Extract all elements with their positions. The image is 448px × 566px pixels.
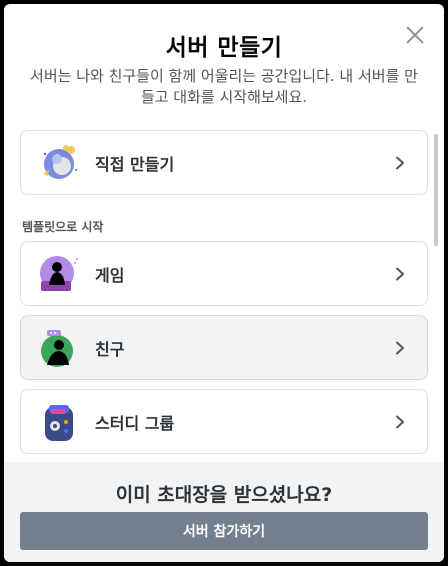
join-server-button[interactable]: 서버 참가하기 (20, 512, 428, 550)
backpack-icon (37, 399, 83, 445)
template-friends-button[interactable]: 친구 (20, 315, 428, 380)
template-study-group-label: 스터디 그룹 (95, 413, 175, 433)
globe-icon (37, 140, 83, 186)
template-study-group-button[interactable]: 스터디 그룹 (20, 389, 428, 454)
chevron-right-icon (396, 267, 404, 280)
friends-icon (37, 325, 83, 371)
section-label-templates: 템플릿으로 시작 (22, 220, 104, 234)
template-gaming-button[interactable]: 게임 (20, 241, 428, 306)
create-server-modal: 서버 만들기 서버는 나와 친구들이 함께 어울리는 공간입니다. 내 서버를 … (4, 4, 444, 562)
chevron-right-icon (396, 415, 404, 428)
modal-title: 서버 만들기 (165, 35, 283, 61)
footer: 이미 초대장을 받으셨나요? 서버 참가하기 (4, 462, 444, 562)
template-list: 직접 만들기 템플릿으로 시작 게임 친구 스터디 그룹 (20, 130, 428, 460)
create-own-label: 직접 만들기 (95, 154, 175, 174)
footer-title: 이미 초대장을 받으셨나요? (115, 484, 333, 506)
create-own-button[interactable]: 직접 만들기 (20, 130, 428, 195)
scrollbar[interactable] (434, 134, 438, 246)
template-friends-label: 친구 (95, 339, 125, 359)
gaming-icon (37, 251, 83, 297)
chevron-right-icon (396, 341, 404, 354)
chevron-right-icon (396, 156, 404, 169)
template-gaming-label: 게임 (95, 265, 125, 285)
modal-subtitle: 서버는 나와 친구들이 함께 어울리는 공간입니다. 내 서버를 만들고 대화를… (30, 67, 418, 106)
